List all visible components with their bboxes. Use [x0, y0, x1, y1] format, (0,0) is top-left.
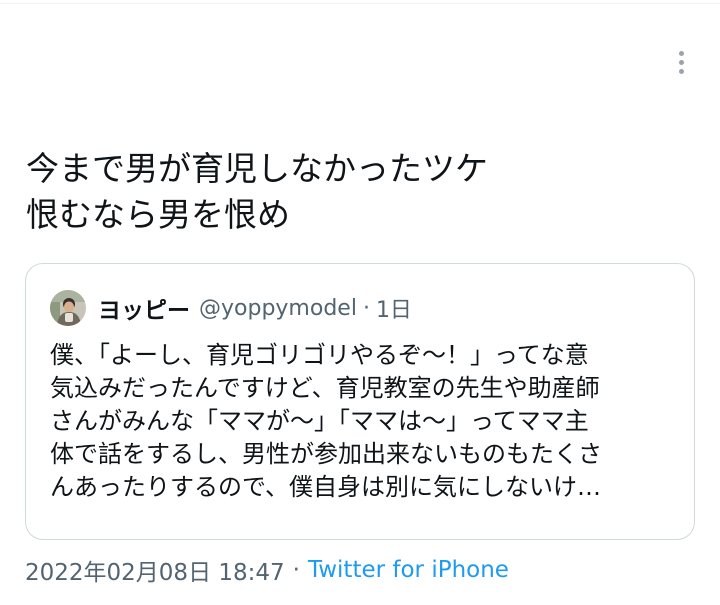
quoted-text-line: 気込みだったんですけど、育児教室の先生や助産師: [50, 374, 600, 402]
top-divider: [0, 3, 720, 4]
quoted-text-line: さんがみんな「ママが〜」「ママは〜」ってママ主: [50, 407, 589, 435]
quoted-text-line: 僕、「よーし、育児ゴリゴリやるぞ〜！」ってな意: [50, 341, 589, 369]
more-dot: [678, 59, 684, 65]
quoted-text-line: んあったりするので、僕自身は別に気にしないけ…: [50, 473, 602, 501]
quoted-tweet-header: ヨッピー @yoppymodel · 1日: [50, 288, 412, 328]
quoted-tweet-text: 僕、「よーし、育児ゴリゴリやるぞ〜！」ってな意 気込みだったんですけど、育児教室…: [50, 339, 680, 504]
meta-separator: ·: [292, 557, 300, 583]
tweet-text-line: 今まで男が育児しなかったツケ: [26, 149, 488, 188]
tweet-text: 今まで男が育児しなかったツケ 恨むなら男を恨め: [26, 146, 666, 238]
quoted-tweet-card[interactable]: ヨッピー @yoppymodel · 1日 僕、「よーし、育児ゴリゴリやるぞ〜！…: [25, 263, 695, 540]
quoted-display-name[interactable]: ヨッピー: [98, 291, 190, 325]
tweet-meta: 2022年02月08日 18:47 · Twitter for iPhone: [25, 554, 509, 586]
quoted-handle[interactable]: @yoppymodel: [199, 296, 357, 321]
tweet-timestamp[interactable]: 2022年02月08日 18:47: [25, 553, 285, 587]
tweet-source-link[interactable]: Twitter for iPhone: [308, 557, 509, 583]
avatar-image: [50, 290, 86, 326]
quoted-separator: ·: [362, 295, 370, 321]
tweet-text-line: 恨むなら男を恨め: [26, 195, 290, 234]
more-vertical-icon[interactable]: [668, 44, 694, 80]
quoted-text-line: 体で話をするし、男性が参加出来ないものもたくさ: [50, 440, 602, 468]
more-dot: [678, 68, 684, 74]
avatar[interactable]: [50, 290, 86, 326]
more-dot: [678, 50, 684, 56]
quoted-timestamp[interactable]: 1日: [376, 292, 412, 324]
